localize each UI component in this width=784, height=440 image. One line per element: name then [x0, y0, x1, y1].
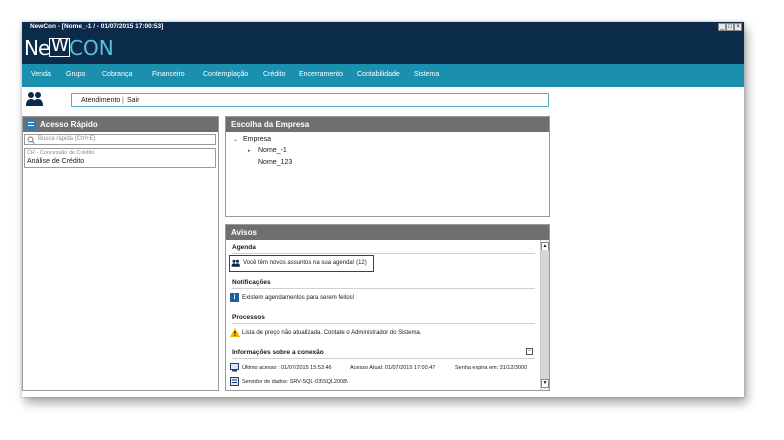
toolbar-separator: |: [122, 97, 124, 104]
menu-cobranca[interactable]: Cobrança: [102, 71, 132, 78]
tree-item-nome-123[interactable]: Nome_123: [258, 159, 292, 166]
server-icon: [230, 377, 239, 386]
quick-access-item[interactable]: CR - Concessão de Crédito Análise de Cré…: [24, 148, 216, 168]
logo-w-box: W: [49, 35, 70, 57]
agenda-message[interactable]: Você têm novos assuntos na sua agenda! (…: [229, 255, 374, 272]
main-menu: Venda Grupo Cobrança Financeiro Contempl…: [22, 64, 744, 87]
divider: [232, 288, 535, 289]
notices-title: Avisos: [231, 228, 257, 237]
company-panel: Escolha da Empresa ⌄ Empresa ▸ Nome_-1 N…: [225, 116, 550, 217]
scroll-thumb[interactable]: [541, 250, 549, 380]
panel-icon: [26, 119, 36, 129]
divider: [232, 358, 535, 359]
logo-text-w: W: [51, 35, 69, 56]
notices-scrollbar[interactable]: ▲ ▼: [540, 240, 549, 390]
menu-grupo[interactable]: Grupo: [66, 71, 85, 78]
company-header: Escolha da Empresa: [226, 117, 549, 132]
users-icon: [26, 92, 43, 106]
current-access: Acesso Atual: 01/07/2015 17:00:47: [350, 365, 436, 371]
process-message[interactable]: Lista de preço não atualizada. Contate o…: [242, 330, 421, 336]
minimize-button[interactable]: _: [718, 23, 726, 31]
window-title: NewCon - [Nome_-1 / - 01/07/2015 17:00:5…: [30, 23, 164, 30]
close-button[interactable]: ×: [734, 23, 742, 31]
notification-message[interactable]: Existem agendamentos para serem feitos!: [242, 295, 354, 301]
connection-heading: Informações sobre a conexão: [232, 349, 324, 356]
atendimento-link[interactable]: Atendimento: [81, 97, 120, 104]
quick-item-caption: CR - Concessão de Crédito: [27, 150, 95, 156]
menu-contabilidade[interactable]: Contabilidade: [357, 71, 400, 78]
notices-panel: Avisos Agenda Você têm novos assuntos na…: [225, 224, 550, 391]
warning-icon: [230, 328, 240, 337]
menu-encerramento[interactable]: Encerramento: [299, 71, 343, 78]
search-icon: [27, 136, 35, 144]
sair-link[interactable]: Sair: [127, 97, 139, 104]
toolbar: Atendimento | Sair: [71, 93, 549, 107]
app-header: Ne W CON: [22, 33, 744, 64]
password-expiry: Senha expira em: 31/12/3000: [455, 365, 528, 371]
notices-header: Avisos: [226, 225, 549, 240]
collapse-icon[interactable]: −: [526, 348, 533, 355]
tree-expand-icon[interactable]: ⌄: [233, 136, 238, 143]
last-access: Último acesso : 01/07/2015 15:53:46: [242, 365, 332, 371]
menu-credito[interactable]: Crédito: [263, 71, 286, 78]
search-placeholder: Busca rápida (Ctrl+E): [38, 136, 96, 142]
menu-financeiro[interactable]: Financeiro: [152, 71, 185, 78]
company-title: Escolha da Empresa: [231, 120, 310, 129]
logo-text-con: CON: [69, 36, 114, 60]
tree-item-nome-1[interactable]: Nome_-1: [258, 147, 287, 154]
users-icon: [231, 259, 240, 267]
menu-sistema[interactable]: Sistema: [414, 71, 439, 78]
info-icon: i: [230, 293, 239, 302]
quick-search-input[interactable]: Busca rápida (Ctrl+E): [24, 134, 216, 145]
computer-icon: [230, 363, 239, 372]
processes-heading: Processos: [232, 314, 265, 321]
scroll-down-arrow[interactable]: ▼: [541, 379, 549, 388]
title-bar: NewCon - [Nome_-1 / - 01/07/2015 17:00:5…: [22, 22, 744, 33]
divider: [232, 323, 535, 324]
menu-contemplacao[interactable]: Contemplação: [203, 71, 248, 78]
agenda-heading: Agenda: [232, 244, 256, 251]
agenda-message-text: Você têm novos assuntos na sua agenda! (…: [243, 260, 367, 266]
divider: [232, 253, 535, 254]
menu-venda[interactable]: Venda: [31, 71, 51, 78]
quick-access-header: Acesso Rápido: [23, 117, 218, 132]
tree-arrow-icon[interactable]: ▸: [248, 148, 251, 154]
notifications-heading: Notificações: [232, 279, 271, 286]
quick-access-title: Acesso Rápido: [40, 120, 98, 129]
maximize-button[interactable]: □: [726, 23, 734, 31]
tree-item-empresa[interactable]: Empresa: [243, 136, 271, 143]
quick-item-title: Análise de Crédito: [27, 158, 85, 165]
data-server: Servidor de dados: SRV-SQL-03\SQL2008\: [242, 379, 348, 385]
logo-text-ne: Ne: [24, 36, 50, 60]
